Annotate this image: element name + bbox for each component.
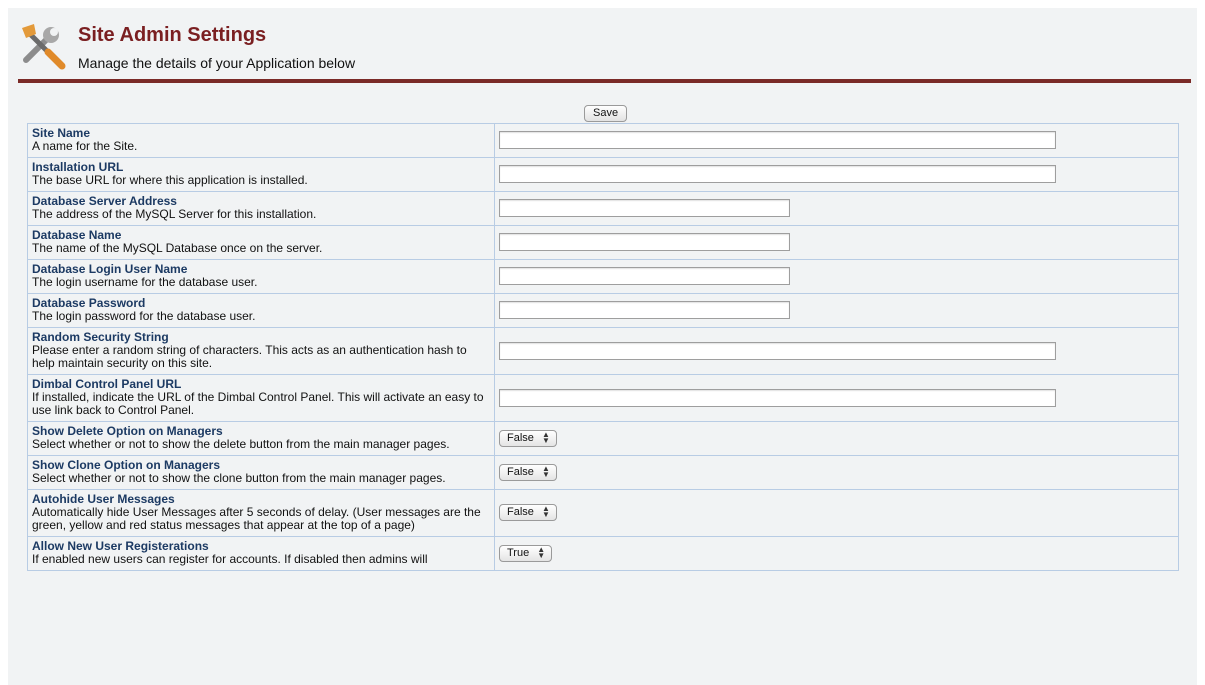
db-name-input[interactable]	[499, 233, 790, 251]
setting-row-db-server: Database Server Address The address of t…	[27, 191, 1179, 226]
setting-row-db-user: Database Login User Name The login usern…	[27, 259, 1179, 294]
installation-url-input[interactable]	[499, 165, 1056, 183]
updown-chevron-icon: ▲ ▼	[537, 544, 546, 560]
admin-page: Site Admin Settings Manage the details o…	[8, 8, 1197, 685]
select-value: False	[507, 465, 534, 478]
setting-description: Select whether or not to show the clone …	[32, 471, 446, 485]
setting-description: Automatically hide User Messages after 5…	[32, 505, 481, 532]
setting-row-control-panel-url: Dimbal Control Panel URL If installed, i…	[27, 374, 1179, 422]
control-panel-url-input[interactable]	[499, 388, 1056, 407]
page-subtitle: Manage the details of your Application b…	[78, 55, 356, 71]
setting-row-site-name: Site Name A name for the Site.	[27, 123, 1179, 158]
setting-description: If installed, indicate the URL of the Di…	[32, 390, 484, 417]
show-delete-select[interactable]: False ▲ ▼	[499, 429, 557, 447]
setting-row-show-clone: Show Clone Option on Managers Select whe…	[27, 455, 1179, 490]
page-header: Site Admin Settings Manage the details o…	[18, 18, 1188, 86]
updown-chevron-icon: ▲ ▼	[541, 463, 550, 479]
setting-description: The address of the MySQL Server for this…	[32, 207, 317, 221]
setting-row-autohide: Autohide User Messages Automatically hid…	[27, 489, 1179, 537]
tools-icon	[22, 24, 66, 70]
save-button[interactable]: Save	[584, 105, 628, 122]
db-server-address-input[interactable]	[499, 199, 790, 217]
setting-description: If enabled new users can register for ac…	[32, 552, 428, 566]
setting-row-db-name: Database Name The name of the MySQL Data…	[27, 225, 1179, 260]
setting-row-db-password: Database Password The login password for…	[27, 293, 1179, 328]
select-value: False	[507, 431, 534, 444]
setting-description: The base URL for where this application …	[32, 173, 308, 187]
updown-chevron-icon: ▲ ▼	[541, 429, 550, 445]
setting-description: A name for the Site.	[32, 139, 138, 153]
site-name-input[interactable]	[499, 131, 1056, 149]
setting-row-allow-registrations: Allow New User Registerations If enabled…	[27, 536, 1179, 571]
setting-description: The login username for the database user…	[32, 275, 258, 289]
setting-row-installation-url: Installation URL The base URL for where …	[27, 157, 1179, 192]
db-password-input[interactable]	[499, 301, 790, 319]
setting-row-security-string: Random Security String Please enter a ra…	[27, 327, 1179, 375]
setting-description: Select whether or not to show the delete…	[32, 437, 450, 451]
setting-description: The name of the MySQL Database once on t…	[32, 241, 323, 255]
updown-chevron-icon: ▲ ▼	[541, 504, 550, 519]
db-username-input[interactable]	[499, 267, 790, 285]
setting-description: Please enter a random string of characte…	[32, 343, 467, 370]
allow-registrations-select[interactable]: True ▲ ▼	[499, 544, 553, 562]
select-value: False	[507, 506, 534, 518]
page-title: Site Admin Settings	[78, 24, 267, 46]
autohide-messages-select[interactable]: False ▲ ▼	[499, 504, 557, 521]
save-bar: Save	[584, 105, 628, 122]
setting-row-show-delete: Show Delete Option on Managers Select wh…	[27, 421, 1179, 456]
settings-table: Site Name A name for the Site. Installat…	[27, 123, 1179, 571]
security-string-input[interactable]	[499, 341, 1056, 360]
setting-description: The login password for the database user…	[32, 309, 256, 323]
select-value: True	[507, 546, 530, 559]
show-clone-select[interactable]: False ▲ ▼	[499, 463, 557, 481]
header-divider	[18, 79, 1191, 83]
